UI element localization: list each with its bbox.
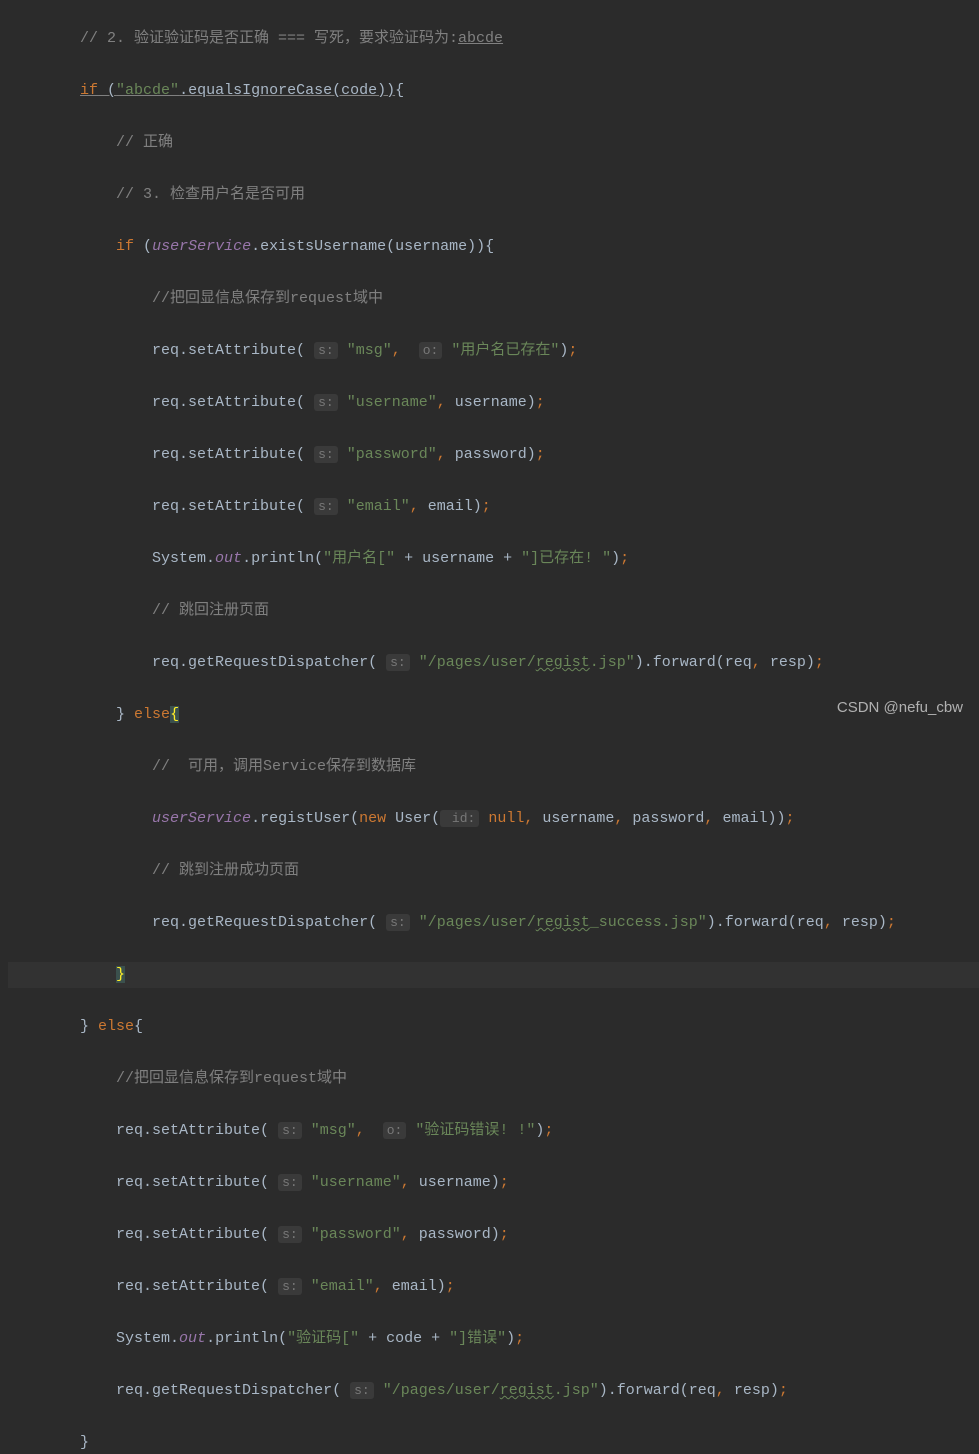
comment-text: // 跳回注册页面 [152, 602, 269, 619]
field-ref: userService [152, 238, 251, 255]
code-line: //把回显信息保存到request域中 [8, 286, 979, 312]
code-line: // 2. 验证验证码是否正确 === 写死，要求验证码为:abcde [8, 26, 979, 52]
comment-text: //把回显信息保存到request域中 [116, 1070, 347, 1087]
matched-brace: } [116, 966, 125, 983]
code-line: //把回显信息保存到request域中 [8, 1066, 979, 1092]
code-line: req.setAttribute( s: "msg", o: "用户名已存在")… [8, 338, 979, 364]
param-hint: o: [383, 1122, 407, 1139]
param-hint: s: [278, 1278, 302, 1295]
param-hint: o: [419, 342, 443, 359]
code-line: } [8, 1430, 979, 1454]
field-ref: userService [152, 810, 251, 827]
code-line: req.getRequestDispatcher( s: "/pages/use… [8, 1378, 979, 1404]
param-hint: id: [440, 810, 479, 827]
code-line: // 跳回注册页面 [8, 598, 979, 624]
code-line: // 跳到注册成功页面 [8, 858, 979, 884]
comment-text: // 跳到注册成功页面 [152, 862, 299, 879]
comment-text: // 3. 检查用户名是否可用 [116, 186, 305, 203]
keyword-else: else [89, 1018, 134, 1035]
code-line: req.setAttribute( s: "password", passwor… [8, 442, 979, 468]
code-line: if (userService.existsUsername(username)… [8, 234, 979, 260]
param-hint: s: [314, 342, 338, 359]
param-hint: s: [314, 446, 338, 463]
code-line: // 正确 [8, 130, 979, 156]
string-literal: "abcde" [116, 82, 179, 99]
code-line: req.setAttribute( s: "email", email); [8, 494, 979, 520]
param-hint: s: [386, 914, 410, 931]
code-line: System.out.println("验证码[" + code + "]错误"… [8, 1326, 979, 1352]
code-line: } else{ [8, 1014, 979, 1040]
code-line: System.out.println("用户名[" + username + "… [8, 546, 979, 572]
code-line: req.setAttribute( s: "username", usernam… [8, 390, 979, 416]
comment-text: // 可用，调用Service保存到数据库 [152, 758, 416, 775]
param-hint: s: [278, 1226, 302, 1243]
keyword-if: if [116, 238, 134, 255]
code-line: req.getRequestDispatcher( s: "/pages/use… [8, 910, 979, 936]
keyword-else: else [125, 706, 170, 723]
keyword-null: null [479, 810, 524, 827]
code-line: if ("abcde".equalsIgnoreCase(code)){ [8, 78, 979, 104]
code-line: req.setAttribute( s: "msg", o: "验证码错误! !… [8, 1118, 979, 1144]
code-line: // 可用，调用Service保存到数据库 [8, 754, 979, 780]
param-hint: s: [278, 1174, 302, 1191]
param-hint: s: [278, 1122, 302, 1139]
keyword-if: if [80, 82, 98, 99]
comment-text: // 正确 [116, 134, 173, 151]
code-line: req.setAttribute( s: "password", passwor… [8, 1222, 979, 1248]
watermark-text: CSDN @nefu_cbw [837, 695, 963, 721]
matched-brace: { [170, 706, 179, 723]
code-line-current: } [8, 962, 979, 988]
comment-text: //把回显信息保存到request域中 [152, 290, 383, 307]
code-line: // 3. 检查用户名是否可用 [8, 182, 979, 208]
param-hint: s: [314, 498, 338, 515]
code-line: } else{ [8, 702, 979, 728]
param-hint: s: [314, 394, 338, 411]
keyword-new: new [359, 810, 386, 827]
code-line: req.getRequestDispatcher( s: "/pages/use… [8, 650, 979, 676]
field-out: out [179, 1330, 206, 1347]
comment-text: // 2. 验证验证码是否正确 === 写死，要求验证码为:abcde [80, 30, 503, 47]
field-out: out [215, 550, 242, 567]
param-hint: s: [350, 1382, 374, 1399]
param-hint: s: [386, 654, 410, 671]
code-editor[interactable]: // 2. 验证验证码是否正确 === 写死，要求验证码为:abcde if (… [8, 0, 979, 1454]
code-line: userService.registUser(new User( id: nul… [8, 806, 979, 832]
code-line: req.setAttribute( s: "username", usernam… [8, 1170, 979, 1196]
code-line: req.setAttribute( s: "email", email); [8, 1274, 979, 1300]
